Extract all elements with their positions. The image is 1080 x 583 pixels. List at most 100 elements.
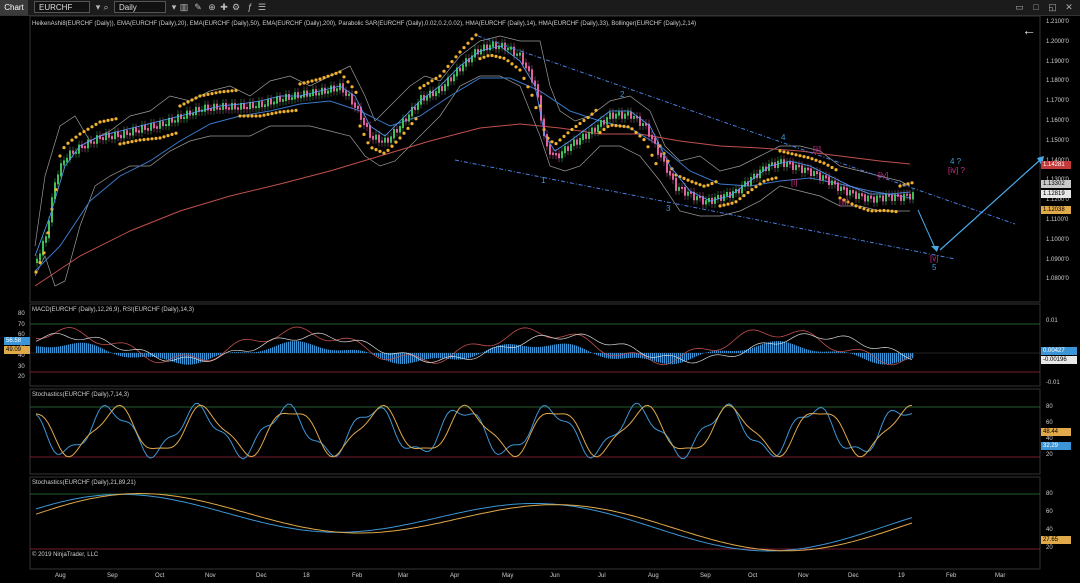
macd-bar bbox=[458, 353, 460, 360]
instrument-selector[interactable]: EURCHF bbox=[34, 1, 90, 13]
macd-bar bbox=[474, 353, 476, 357]
window-max-icon[interactable]: □ bbox=[1029, 1, 1043, 13]
sar-dot bbox=[234, 88, 238, 92]
macd-bar bbox=[260, 351, 262, 353]
sar-dot bbox=[110, 118, 114, 122]
macd-bar bbox=[48, 347, 50, 353]
macd-bar bbox=[562, 343, 564, 353]
window-close-x-icon[interactable]: ✕ bbox=[1062, 1, 1076, 13]
candle-body bbox=[333, 85, 335, 92]
properties-icon[interactable]: ☰ bbox=[256, 1, 268, 13]
macd-bar bbox=[826, 351, 828, 353]
macd-bar bbox=[436, 353, 438, 359]
macd-axis-label: -0.01 bbox=[1046, 380, 1060, 386]
macd-bar bbox=[564, 343, 566, 353]
macd-bar bbox=[538, 346, 540, 353]
sar-dot bbox=[102, 119, 106, 123]
sar-dot bbox=[802, 155, 806, 159]
macd-bar bbox=[708, 351, 710, 353]
price-label: 1.0900'0 bbox=[1046, 256, 1069, 263]
indicators-icon[interactable]: ƒ bbox=[244, 1, 256, 13]
sar-dot bbox=[642, 138, 646, 142]
candle-body bbox=[840, 186, 842, 191]
macd-bar bbox=[718, 350, 720, 353]
macd-bar bbox=[460, 353, 462, 360]
window-restore-icon[interactable]: ◱ bbox=[1045, 1, 1059, 13]
macd-bar bbox=[696, 353, 698, 357]
sar-dot bbox=[638, 134, 642, 138]
back-arrow-icon[interactable]: ← bbox=[1022, 22, 1036, 38]
macd-bar bbox=[94, 345, 96, 353]
sar-dot bbox=[578, 121, 582, 126]
macd-bar bbox=[472, 353, 474, 357]
sar-dot bbox=[746, 190, 750, 195]
sar-dot bbox=[434, 76, 438, 80]
sar-dot bbox=[222, 90, 226, 94]
candle-body bbox=[126, 130, 128, 135]
time-axis-label: Aug bbox=[648, 573, 659, 579]
sar-dot bbox=[442, 69, 446, 73]
chart-area[interactable]: HeikenAshi8(EURCHF (Daily)), EMA(EURCHF … bbox=[0, 16, 1080, 583]
period-selector[interactable]: Daily bbox=[114, 1, 166, 13]
macd-bar bbox=[540, 346, 542, 353]
candle-body bbox=[261, 101, 263, 108]
search-icon[interactable]: ⌕ bbox=[100, 1, 112, 13]
sar-dot bbox=[390, 144, 394, 148]
macd-bar bbox=[66, 344, 68, 353]
macd-bar bbox=[572, 344, 574, 353]
macd-bar bbox=[674, 353, 676, 365]
macd-bar bbox=[536, 347, 538, 353]
sar-dot bbox=[758, 182, 762, 186]
bar-style-icon[interactable]: ▥ bbox=[178, 1, 190, 13]
macd-bar bbox=[54, 347, 56, 353]
macd-bar bbox=[358, 350, 360, 353]
time-axis-label: Dec bbox=[848, 573, 859, 579]
macd-bar bbox=[888, 353, 890, 365]
macd-bar bbox=[272, 347, 274, 353]
candle-body bbox=[831, 180, 833, 185]
candle-body bbox=[579, 138, 581, 145]
chart-canvas[interactable] bbox=[0, 16, 1080, 583]
candle-body bbox=[402, 118, 404, 129]
price-label: 1.1000'0 bbox=[1046, 236, 1069, 243]
candle-body bbox=[45, 236, 47, 243]
strategies-icon[interactable]: ⚙ bbox=[230, 1, 242, 13]
sar-dot bbox=[858, 205, 862, 209]
candle-body bbox=[849, 190, 851, 196]
sar-dot bbox=[54, 188, 58, 192]
macd-bar bbox=[64, 345, 66, 353]
macd-bar bbox=[728, 350, 730, 353]
macd-bar bbox=[350, 349, 352, 353]
macd-bar bbox=[426, 353, 428, 360]
candle-body bbox=[906, 193, 908, 196]
sar-dot bbox=[602, 127, 606, 132]
crosshair-icon[interactable]: ✚ bbox=[218, 1, 230, 13]
sar-dot bbox=[278, 110, 282, 114]
time-axis-label: May bbox=[502, 573, 514, 579]
macd-bar bbox=[618, 353, 620, 359]
macd-bar bbox=[802, 347, 804, 353]
stoch2-axis-label: 20 bbox=[1046, 545, 1053, 551]
window-min-icon[interactable]: ▭ bbox=[1012, 1, 1026, 13]
candle-body bbox=[594, 127, 596, 133]
macd-bar bbox=[340, 350, 342, 353]
zoom-icon[interactable]: ⊕ bbox=[206, 1, 218, 13]
sar-dot bbox=[118, 142, 122, 146]
macd-bar bbox=[466, 353, 468, 359]
sar-dot bbox=[430, 79, 434, 83]
macd-bar bbox=[98, 346, 100, 353]
macd-bar bbox=[90, 343, 92, 353]
sar-dot bbox=[198, 94, 202, 98]
macd-bar bbox=[286, 342, 288, 353]
macd-bar bbox=[36, 346, 38, 353]
chart-tab[interactable]: Chart bbox=[0, 0, 28, 15]
sar-dot bbox=[738, 197, 742, 201]
macd-bar bbox=[216, 353, 218, 356]
sar-dot bbox=[330, 73, 334, 77]
macd-bar bbox=[288, 341, 290, 353]
drawing-tool-icon[interactable]: ✎ bbox=[192, 1, 204, 13]
macd-bar bbox=[312, 344, 314, 353]
sar-dot bbox=[294, 108, 298, 112]
candle-body bbox=[852, 190, 854, 194]
sar-dot bbox=[650, 153, 654, 157]
